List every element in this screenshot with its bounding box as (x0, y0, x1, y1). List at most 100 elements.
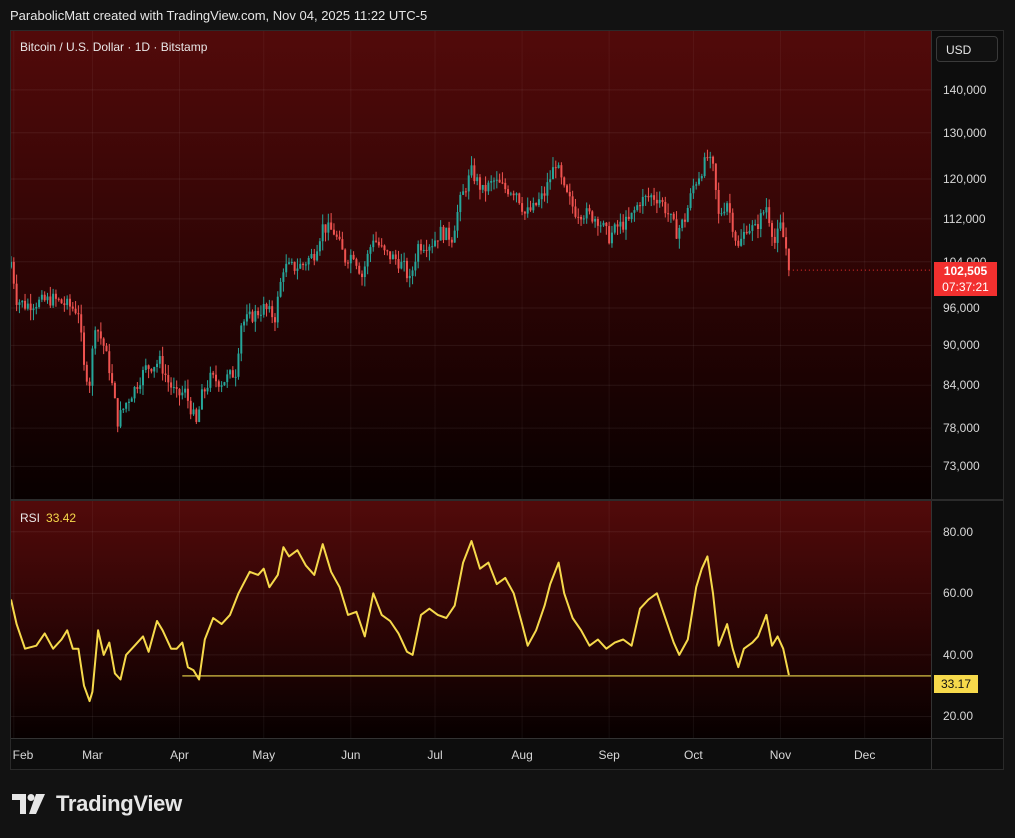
candle (422, 244, 425, 253)
candle (577, 208, 580, 224)
last-price-value: 102,505 (943, 264, 988, 278)
candle (453, 225, 456, 243)
symbol-title[interactable]: Bitcoin / U.S. Dollar · 1D · Bitstamp (20, 40, 207, 54)
candle (341, 231, 344, 250)
candle (785, 227, 788, 256)
candle (265, 302, 268, 317)
candle (299, 258, 302, 270)
candle (394, 249, 397, 265)
candle (307, 255, 310, 271)
candle (751, 220, 754, 241)
candle (276, 291, 279, 328)
candle (742, 223, 745, 246)
candle (313, 248, 316, 266)
candle (537, 192, 540, 208)
time-axis-tick: Nov (769, 748, 792, 762)
candle (212, 370, 215, 379)
currency-button[interactable]: USD (936, 36, 998, 62)
candle (616, 220, 619, 235)
rsi-last-value-tag: 33.17 (934, 675, 978, 693)
candle (302, 262, 305, 271)
candle (532, 197, 535, 213)
candle (105, 343, 108, 352)
candle (321, 214, 324, 251)
candle (391, 251, 394, 260)
candle (627, 207, 630, 221)
candle (170, 377, 173, 395)
candle (787, 248, 790, 277)
rsi-value: 33.42 (46, 511, 77, 525)
candle (141, 366, 144, 396)
candle (192, 402, 195, 416)
candle (712, 155, 715, 172)
candle (11, 256, 12, 269)
candle (582, 215, 585, 224)
candle (771, 220, 774, 246)
candle (167, 365, 170, 392)
candle (669, 213, 672, 223)
chart-frame: Bitcoin / U.S. Dollar · 1D · Bitstamp RS… (10, 30, 1004, 770)
candle (602, 220, 605, 227)
candle (605, 221, 608, 235)
candle (316, 244, 319, 262)
candle (122, 408, 125, 414)
candle (327, 213, 330, 241)
candle (273, 313, 276, 332)
candle (689, 188, 692, 211)
candle (330, 213, 333, 230)
candle (599, 221, 602, 233)
candle (21, 300, 24, 308)
candle (450, 237, 453, 248)
candle (507, 185, 510, 197)
candle (130, 396, 133, 402)
candle (127, 398, 130, 412)
candle (46, 292, 49, 304)
candle (504, 178, 507, 194)
candle (428, 244, 431, 261)
price-axis-tick: 140,000 (943, 82, 987, 97)
price-axis-tick: 84,000 (943, 378, 980, 393)
rsi-title[interactable]: RSI 33.42 (20, 511, 76, 525)
tradingview-logo-text: TradingView (56, 791, 182, 816)
candle (200, 383, 203, 410)
candle (585, 202, 588, 224)
candle (487, 180, 490, 195)
rsi-axis-tick: 20.00 (943, 709, 974, 724)
candle (439, 220, 442, 241)
candle (372, 234, 375, 252)
candle (54, 289, 57, 307)
candle (355, 257, 358, 270)
tradingview-logo[interactable]: TradingView (12, 790, 182, 818)
candle (338, 230, 341, 241)
candle (318, 238, 321, 256)
candle (158, 350, 161, 369)
candle (574, 198, 577, 219)
candle (282, 268, 285, 292)
candle (448, 221, 451, 247)
candle (723, 202, 726, 216)
candle (419, 239, 422, 255)
candle (63, 296, 66, 312)
candle (366, 250, 369, 275)
candle (658, 191, 661, 208)
candle (521, 196, 524, 216)
candle (332, 223, 335, 236)
candle (610, 225, 613, 248)
candle (220, 381, 223, 393)
candle (417, 240, 420, 269)
candle (655, 191, 658, 214)
chart-canvas (11, 31, 931, 738)
candle (459, 191, 462, 222)
candle (12, 257, 15, 289)
rsi-axis-tick: 40.00 (943, 647, 974, 662)
candle (737, 235, 740, 248)
candle (714, 163, 717, 200)
candle (189, 397, 192, 420)
time-axis-tick: Jul (427, 748, 443, 762)
candle (720, 207, 723, 217)
candle (633, 206, 636, 222)
candle (15, 274, 18, 312)
candle (509, 191, 512, 196)
candle (375, 231, 378, 243)
candle (83, 325, 86, 371)
